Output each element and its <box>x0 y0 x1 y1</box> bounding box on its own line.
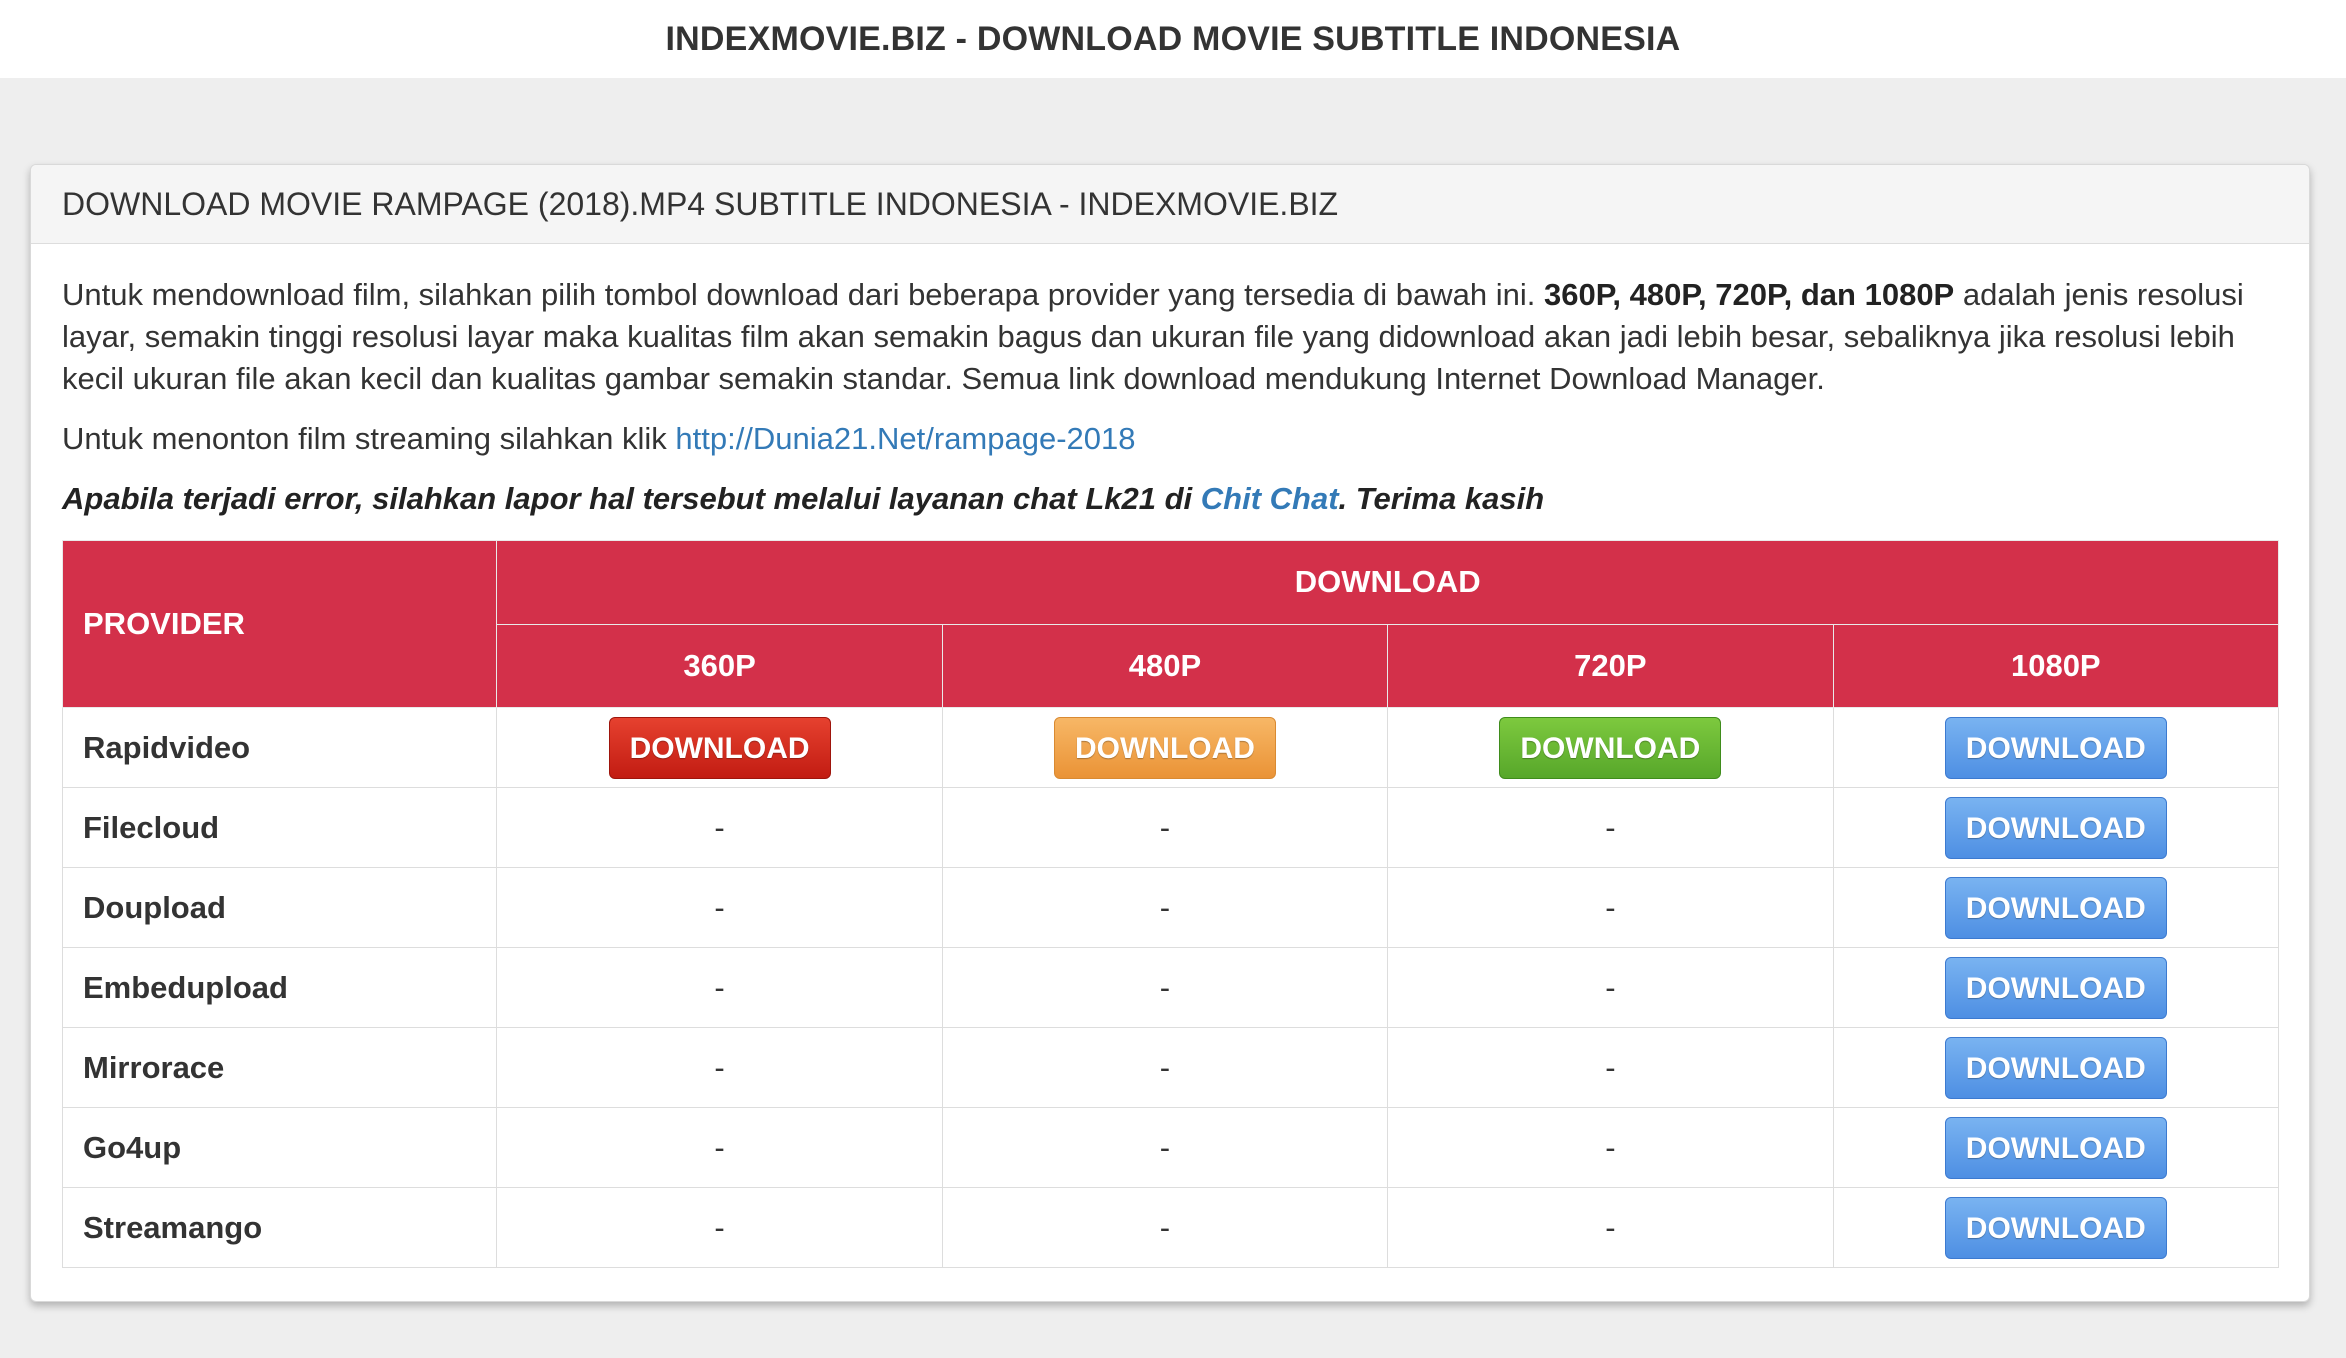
provider-name: Filecloud <box>61 787 498 868</box>
empty-cell: - <box>941 787 1389 868</box>
table-row: Rapidvideo DOWNLOAD DOWNLOAD DOWNLOAD DO… <box>61 707 2280 788</box>
provider-name: Streamango <box>61 1187 498 1268</box>
provider-name: Embedupload <box>61 947 498 1028</box>
download-button-1080[interactable]: DOWNLOAD <box>1944 1116 2167 1179</box>
cell-480: DOWNLOAD <box>941 707 1389 788</box>
download-header: DOWNLOAD <box>496 540 2279 625</box>
streaming-link[interactable]: http://Dunia21.Net/rampage-2018 <box>675 421 1135 456</box>
table-row: Mirrorace - - - DOWNLOAD <box>61 1027 2280 1108</box>
empty-cell: - <box>1387 1027 1834 1108</box>
cell-360: DOWNLOAD <box>496 707 943 788</box>
empty-cell: - <box>496 1187 943 1268</box>
provider-name: Go4up <box>61 1107 498 1188</box>
cell-1080: DOWNLOAD <box>1832 1187 2280 1268</box>
res-header-360: 360P <box>496 623 943 708</box>
download-button-1080[interactable]: DOWNLOAD <box>1944 716 2167 779</box>
notice-text: Apabila terjadi error, silahkan lapor ha… <box>62 481 1201 516</box>
table-row: Doupload - - - DOWNLOAD <box>61 867 2280 948</box>
cell-1080: DOWNLOAD <box>1832 867 2280 948</box>
empty-cell: - <box>1387 787 1834 868</box>
cell-720: DOWNLOAD <box>1387 707 1834 788</box>
cell-1080: DOWNLOAD <box>1832 947 2280 1028</box>
panel-heading: DOWNLOAD MOVIE RAMPAGE (2018).MP4 SUBTIT… <box>31 165 2309 244</box>
download-button-480[interactable]: DOWNLOAD <box>1053 716 1276 779</box>
cell-1080: DOWNLOAD <box>1832 787 2280 868</box>
download-button-1080[interactable]: DOWNLOAD <box>1944 1196 2167 1259</box>
empty-cell: - <box>941 1107 1389 1188</box>
empty-cell: - <box>496 867 943 948</box>
intro-text-1: Untuk mendownload film, silahkan pilih t… <box>62 277 1544 312</box>
res-header-480: 480P <box>941 623 1389 708</box>
streaming-line: Untuk menonton film streaming silahkan k… <box>62 418 2278 460</box>
provider-name: Rapidvideo <box>61 707 498 788</box>
table-row: Streamango - - - DOWNLOAD <box>61 1187 2280 1268</box>
empty-cell: - <box>1387 867 1834 948</box>
chit-chat-link[interactable]: Chit Chat <box>1201 481 1339 516</box>
provider-name: Doupload <box>61 867 498 948</box>
site-title: INDEXMOVIE.BIZ - DOWNLOAD MOVIE SUBTITLE… <box>665 19 1681 58</box>
download-button-1080[interactable]: DOWNLOAD <box>1944 796 2167 859</box>
download-button-720[interactable]: DOWNLOAD <box>1499 716 1722 779</box>
error-notice: Apabila terjadi error, silahkan lapor ha… <box>62 478 2278 520</box>
cell-1080: DOWNLOAD <box>1832 707 2280 788</box>
download-button-360[interactable]: DOWNLOAD <box>608 716 831 779</box>
streaming-text: Untuk menonton film streaming silahkan k… <box>62 421 676 456</box>
download-button-1080[interactable]: DOWNLOAD <box>1944 956 2167 1019</box>
intro-paragraph: Untuk mendownload film, silahkan pilih t… <box>62 274 2278 400</box>
download-panel: DOWNLOAD MOVIE RAMPAGE (2018).MP4 SUBTIT… <box>30 164 2310 1302</box>
empty-cell: - <box>496 947 943 1028</box>
empty-cell: - <box>1387 1107 1834 1188</box>
table-row: Filecloud - - - DOWNLOAD <box>61 787 2280 868</box>
empty-cell: - <box>1387 1187 1834 1268</box>
download-table: PROVIDER DOWNLOAD 360P 480P 720P 1080P R… <box>61 540 2280 1268</box>
empty-cell: - <box>496 787 943 868</box>
table-row: Go4up - - - DOWNLOAD <box>61 1107 2280 1188</box>
notice-end: . Terima kasih <box>1338 481 1545 516</box>
empty-cell: - <box>1387 947 1834 1028</box>
empty-cell: - <box>496 1027 943 1108</box>
provider-header: PROVIDER <box>61 540 498 708</box>
empty-cell: - <box>496 1107 943 1188</box>
download-button-1080[interactable]: DOWNLOAD <box>1944 876 2167 939</box>
provider-name: Mirrorace <box>61 1027 498 1108</box>
empty-cell: - <box>941 1187 1389 1268</box>
empty-cell: - <box>941 867 1389 948</box>
res-header-1080: 1080P <box>1832 623 2280 708</box>
panel-body: Untuk mendownload film, silahkan pilih t… <box>31 274 2309 1268</box>
site-header: INDEXMOVIE.BIZ - DOWNLOAD MOVIE SUBTITLE… <box>0 0 2346 78</box>
res-header-720: 720P <box>1387 623 1834 708</box>
empty-cell: - <box>941 1027 1389 1108</box>
cell-1080: DOWNLOAD <box>1832 1027 2280 1108</box>
empty-cell: - <box>941 947 1389 1028</box>
download-button-1080[interactable]: DOWNLOAD <box>1944 1036 2167 1099</box>
table-row: Embedupload - - - DOWNLOAD <box>61 947 2280 1028</box>
cell-1080: DOWNLOAD <box>1832 1107 2280 1188</box>
intro-resolutions: 360P, 480P, 720P, dan 1080P <box>1543 277 1955 312</box>
